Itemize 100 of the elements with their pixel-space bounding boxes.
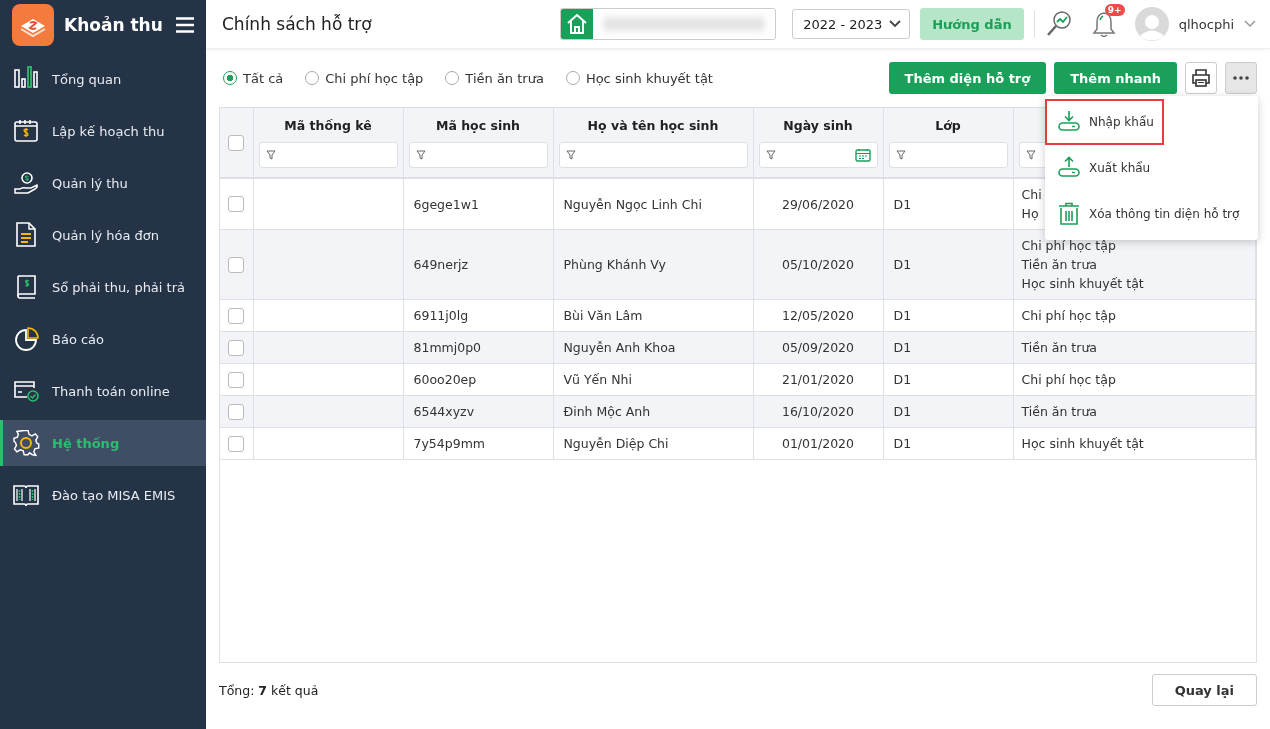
- row-checkbox[interactable]: [228, 196, 245, 213]
- printer-icon: [1191, 68, 1211, 88]
- more-icon: [1233, 76, 1249, 80]
- table-cell: D1: [893, 436, 912, 451]
- menu-item[interactable]: Nhập khẩu: [1045, 99, 1164, 145]
- table-cell: 6544xyzv: [413, 404, 475, 419]
- home-icon: [561, 9, 594, 39]
- menu-icon[interactable]: [176, 17, 194, 33]
- filter-field[interactable]: [758, 142, 878, 168]
- more-button[interactable]: [1225, 62, 1257, 94]
- table-cell: 6gege1w1: [413, 196, 479, 212]
- avatar-icon[interactable]: [1134, 7, 1169, 41]
- table-cell-text: Tiền ăn trưa: [1021, 256, 1097, 274]
- table-cell: 21/01/2020: [781, 372, 854, 387]
- row-checkbox[interactable]: [228, 435, 245, 452]
- filter-radio[interactable]: Chi phí học tập: [305, 70, 424, 86]
- trash-icon: [1057, 202, 1081, 226]
- table-cell-text: Học sinh khuyết tật: [1021, 275, 1144, 293]
- sidebar-item[interactable]: Lập kế hoạch thu: [0, 108, 206, 154]
- table-cell: D1: [893, 308, 912, 323]
- sidebar-item[interactable]: Quản lý hóa đơn: [0, 212, 206, 258]
- filter-icon: [1025, 150, 1036, 160]
- row-checkbox[interactable]: [228, 307, 245, 324]
- table-cell-text: Chi phí học tập: [1021, 371, 1116, 389]
- table-cell: D1: [893, 196, 912, 212]
- back-button[interactable]: Quay lại: [1151, 674, 1257, 706]
- table-cell-text: Tiền ăn trưa: [1021, 339, 1097, 357]
- table-cell: Nguyễn Anh Khoa: [563, 340, 676, 355]
- table-cell-text: Học sinh khuyết tật: [1021, 435, 1144, 453]
- upload-icon: [1057, 156, 1081, 180]
- table-cell-text: Chi: [1021, 186, 1042, 204]
- row-checkbox[interactable]: [228, 371, 245, 388]
- app-title: Khoản thu: [64, 15, 164, 35]
- filter-icon: [565, 150, 576, 160]
- table-cell: Nguyễn Ngọc Linh Chi: [563, 196, 702, 212]
- table-cell: D1: [893, 372, 912, 387]
- chevron-down-icon: [889, 20, 902, 28]
- notification-badge: 9+: [1104, 4, 1125, 16]
- table-cell: Bùi Văn Lâm: [563, 308, 643, 323]
- magnifier-chart-icon[interactable]: [1044, 10, 1073, 38]
- filter-icon: [765, 150, 776, 160]
- table-cell-text: Chi phí học tập: [1021, 307, 1116, 325]
- sidebar-item[interactable]: Thanh toán online: [0, 368, 206, 414]
- print-button[interactable]: [1185, 62, 1217, 94]
- calendar-icon: [13, 117, 40, 145]
- year-select[interactable]: 2022 - 2023: [792, 9, 911, 39]
- table-cell: 649nerjz: [413, 257, 469, 272]
- column-header: Mã thống kê: [284, 117, 372, 133]
- table-cell: 29/06/2020: [781, 196, 854, 212]
- chevron-down-icon[interactable]: [1244, 20, 1256, 28]
- pie-chart-icon: [13, 325, 40, 353]
- table-cell: Nguyễn Diệp Chi: [563, 436, 669, 451]
- table-cell: 01/01/2020: [781, 436, 854, 451]
- row-checkbox[interactable]: [228, 339, 245, 356]
- table-cell: 7y54p9mm: [413, 436, 485, 451]
- filter-radio[interactable]: Học sinh khuyết tật: [565, 70, 713, 86]
- table-cell: Đinh Mộc Anh: [563, 404, 651, 419]
- sidebar-item[interactable]: Đào tạo MISA EMIS: [0, 472, 206, 518]
- row-checkbox[interactable]: [228, 256, 245, 273]
- row-checkbox[interactable]: [228, 403, 245, 420]
- filter-field[interactable]: [558, 142, 748, 168]
- filter-field[interactable]: [258, 142, 398, 168]
- table-cell: Vũ Yến Nhi: [563, 372, 632, 387]
- table-cell: 05/09/2020: [781, 340, 854, 355]
- school-select[interactable]: [560, 8, 777, 40]
- filter-field[interactable]: [408, 142, 548, 168]
- table-cell-text: Họ: [1021, 205, 1039, 223]
- filter-radio[interactable]: Tất cả: [223, 70, 284, 86]
- filter-radio[interactable]: Tiền ăn trưa: [445, 70, 544, 86]
- column-header: Mã học sinh: [436, 117, 520, 133]
- select-all-checkbox[interactable]: [228, 134, 245, 151]
- table-cell: 81mmj0p0: [413, 340, 482, 355]
- result-count: Tổng: 7 kết quả: [219, 682, 319, 698]
- filter-icon: [265, 150, 276, 160]
- filter-icon: [895, 150, 906, 160]
- menu-item[interactable]: Xuất khẩu: [1045, 145, 1258, 191]
- page-title: Chính sách hỗ trợ: [222, 14, 373, 34]
- sidebar-item[interactable]: Quản lý thu: [0, 160, 206, 206]
- sidebar-item[interactable]: Sổ phải thu, phải trả: [0, 264, 206, 310]
- calendar-icon: [854, 148, 871, 162]
- logo-icon: [12, 4, 54, 46]
- menu-item[interactable]: Xóa thông tin diện hỗ trợ: [1045, 191, 1258, 237]
- column-header: Lớp: [935, 117, 961, 133]
- filter-icon: [415, 150, 426, 160]
- table-cell: Phùng Khánh Vy: [563, 257, 666, 272]
- table-cell-text: Tiền ăn trưa: [1021, 403, 1097, 421]
- download-icon: [1057, 110, 1081, 134]
- table-cell: D1: [893, 340, 912, 355]
- table-cell: 12/05/2020: [781, 308, 854, 323]
- column-header: Họ và tên học sinh: [587, 117, 719, 133]
- table-cell: 6911j0lg: [413, 308, 469, 323]
- table-cell: 60oo20ep: [413, 372, 477, 387]
- user-name[interactable]: qlhocphi: [1178, 16, 1234, 32]
- table-cell: D1: [893, 404, 912, 419]
- table-cell: D1: [893, 257, 912, 272]
- table-cell: 05/10/2020: [781, 257, 854, 272]
- sidebar-item[interactable]: Báo cáo: [0, 316, 206, 362]
- money-hand-icon: [13, 169, 40, 197]
- sidebar-item[interactable]: Tổng quan: [0, 56, 206, 102]
- filter-field[interactable]: [888, 142, 1008, 168]
